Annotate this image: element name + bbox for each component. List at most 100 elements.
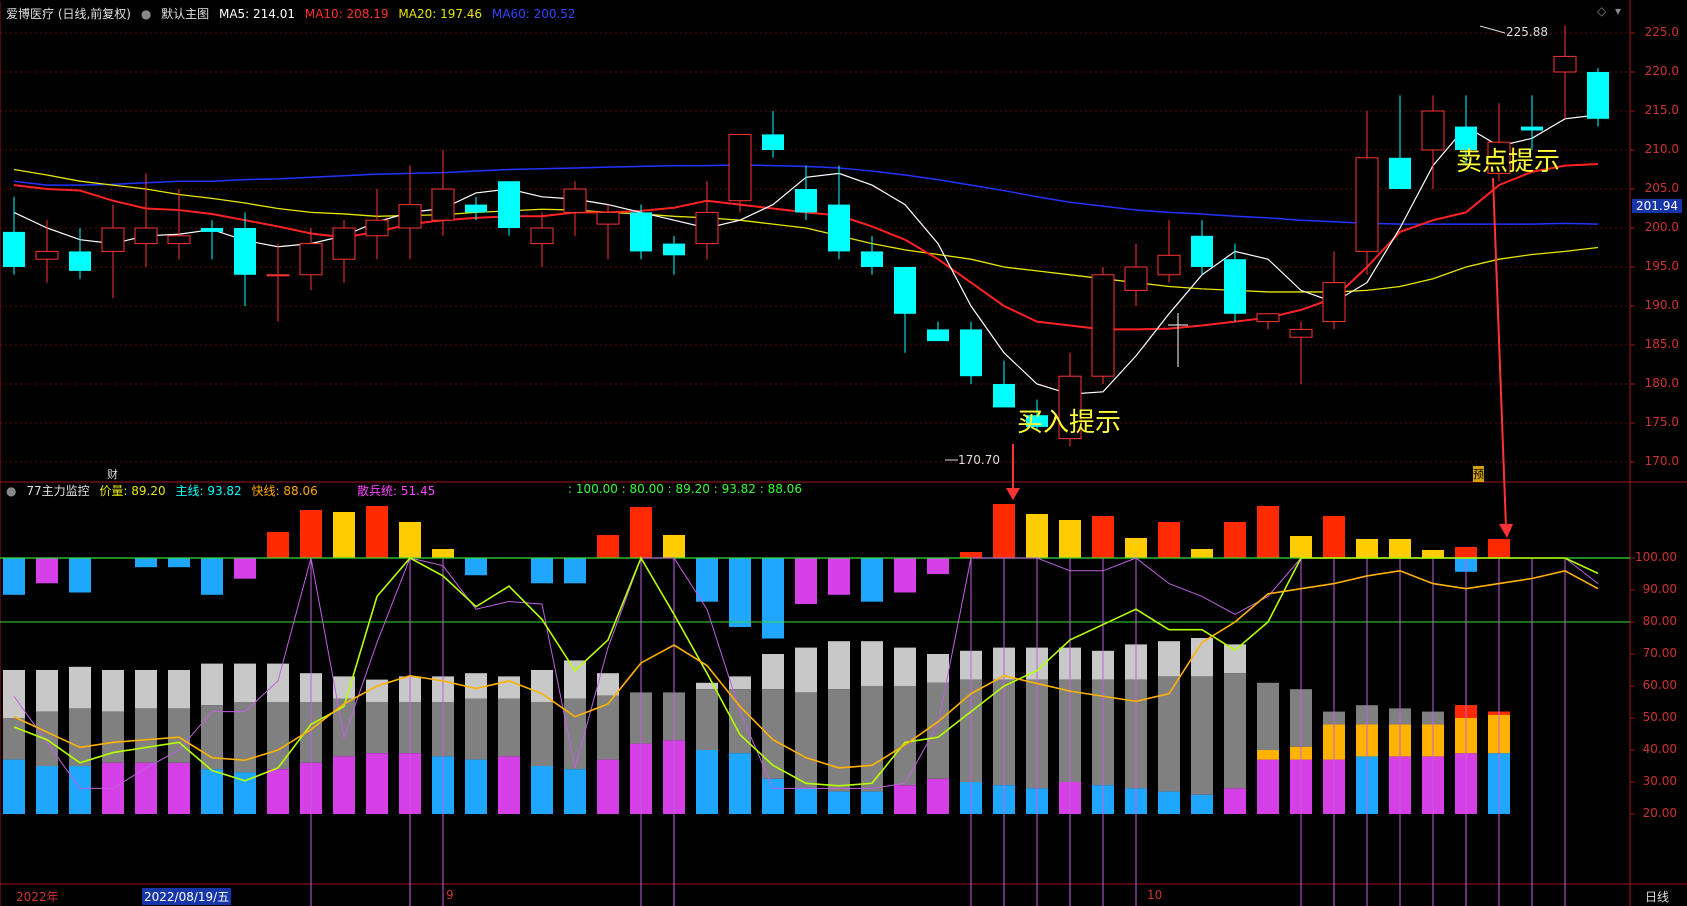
signal-bar: [1224, 522, 1246, 558]
period-button[interactable]: 日线: [1645, 888, 1669, 905]
signal-bar: [630, 507, 652, 558]
stack-gray: [234, 702, 256, 773]
stack-light: [69, 666, 91, 709]
price-qty-value: 价量: 89.20: [99, 484, 166, 498]
signal-bar: [1125, 538, 1147, 558]
stack-color: [3, 759, 25, 814]
stack-light: [135, 670, 157, 709]
neg-bar: [564, 558, 586, 584]
signal-bar: [333, 512, 355, 558]
candle-body-up: [1157, 254, 1181, 276]
candle-body-up: [101, 227, 125, 252]
indicator-name[interactable]: 77主力监控: [26, 484, 89, 498]
stack-gray: [1191, 676, 1213, 795]
candle-body-up: [134, 227, 158, 245]
neg-bar: [861, 558, 883, 602]
stack-light: [234, 663, 256, 702]
neg-bar: [927, 558, 949, 575]
neg-bar: [828, 558, 850, 595]
neg-bar: [69, 558, 91, 593]
indicator-tick-label: 40.00: [1642, 742, 1677, 756]
stack-light: [36, 670, 58, 712]
signal-bar: [300, 510, 322, 558]
candle-body-down: [1587, 72, 1609, 119]
menu-down-icon[interactable]: ▾: [1615, 4, 1621, 18]
stack-color: [201, 769, 223, 814]
stack-color: [36, 766, 58, 814]
template-icon[interactable]: ●: [141, 7, 151, 21]
candle-body-up: [530, 227, 554, 245]
ma20-value: MA20: 197.46: [398, 7, 483, 21]
neg-bar: [135, 558, 157, 568]
stack-light: [762, 654, 784, 690]
signal-bar: [597, 535, 619, 558]
stack-color: [861, 791, 883, 814]
candle-body-down: [465, 204, 487, 213]
stack-color: [795, 788, 817, 814]
sell-callout: 卖点提示: [1456, 147, 1561, 177]
stack-color: [1191, 794, 1213, 814]
neg-bar: [894, 558, 916, 593]
stock-title[interactable]: 爱博医疗 (日线,前复权): [6, 7, 131, 21]
candle-body-up: [695, 211, 719, 245]
indicator-tick-label: 60.00: [1642, 678, 1677, 692]
indicator-icon[interactable]: ●: [6, 484, 16, 498]
signal-bar: [960, 552, 982, 558]
sub-chart-header: ● 77主力监控 价量: 89.20 主线: 93.82 快线: 88.06: [6, 482, 324, 499]
main-chart-header: 爱博医疗 (日线,前复权) ● 默认主图 MA5: 214.01 MA10: 2…: [6, 5, 582, 22]
stack-gray: [498, 698, 520, 757]
signal-bar: [267, 532, 289, 558]
stack-light: [1224, 644, 1246, 674]
signal-bar: [1059, 520, 1081, 558]
financial-marker[interactable]: 财: [107, 466, 118, 482]
buy-arrow-head: [1006, 488, 1020, 500]
stack-gray: [531, 702, 553, 766]
candle-body-down: [960, 329, 982, 377]
price-tick-label: 205.0: [1644, 181, 1679, 195]
stack-color: [465, 759, 487, 814]
candle-body-up: [431, 188, 455, 221]
sell-arrow-line: [1492, 177, 1507, 529]
stack-color: [498, 756, 520, 814]
indicator-values: : 100.00 : 80.00 : 89.20 : 93.82 : 88.06: [568, 482, 802, 496]
stack-color: [168, 762, 190, 814]
stack-gray: [564, 698, 586, 770]
stack-color: [597, 759, 619, 814]
price-tick-label: 200.0: [1644, 220, 1679, 234]
candle-body-down: [630, 212, 652, 252]
stack-light: [102, 670, 124, 712]
stock-chart[interactable]: [0, 0, 1687, 906]
indicator-tick-label: 90.00: [1642, 582, 1677, 596]
candle-body-up: [1289, 328, 1313, 338]
price-tick-label: 170.0: [1644, 454, 1679, 468]
neg-bar: [696, 558, 718, 602]
candle-body-down: [234, 228, 256, 275]
candle-body-down: [201, 228, 223, 232]
stack-light: [201, 663, 223, 706]
main-line-value: 主线: 93.82: [175, 484, 242, 498]
collapse-icon[interactable]: ◇: [1597, 4, 1606, 18]
stack-light: [894, 647, 916, 686]
candle-body-up: [167, 235, 191, 245]
neg-bar: [3, 558, 25, 595]
forecast-marker[interactable]: 预: [1473, 466, 1484, 482]
stack-light: [564, 660, 586, 699]
indicator-tick-label: 100.00: [1635, 550, 1677, 564]
candle-body-down: [861, 251, 883, 267]
signal-bar: [1257, 506, 1279, 558]
signal-bar: [366, 506, 388, 558]
neg-bar: [465, 558, 487, 576]
stack-gray: [465, 698, 487, 760]
stack-color: [1158, 791, 1180, 814]
indicator-tick-label: 70.00: [1642, 646, 1677, 660]
neg-bar: [168, 558, 190, 568]
stack-gray: [597, 695, 619, 760]
current-price-tag: 201.94: [1632, 199, 1682, 213]
stack-color: [69, 766, 91, 814]
stack-gray: [201, 705, 223, 770]
signal-bar: [1422, 550, 1444, 558]
signal-bar: [993, 504, 1015, 558]
template-label[interactable]: 默认主图: [161, 7, 209, 21]
stack-color: [894, 785, 916, 814]
cursor-date: 2022/08/19/五: [142, 888, 232, 905]
